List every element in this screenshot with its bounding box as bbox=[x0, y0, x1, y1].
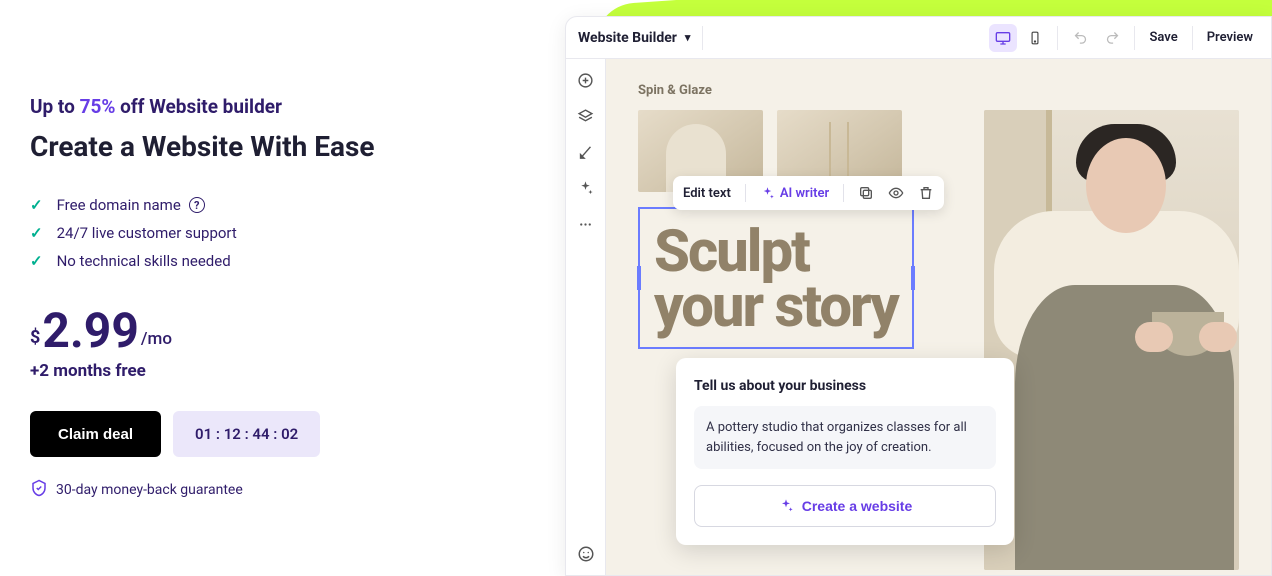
preview-button[interactable]: Preview bbox=[1201, 30, 1259, 45]
cta-row: Claim deal 01 : 12 : 44 : 02 bbox=[30, 411, 525, 457]
promo-suffix: off Website builder bbox=[115, 95, 282, 118]
price-period: /mo bbox=[141, 329, 172, 349]
builder-canvas[interactable]: Spin & Glaze Edit text bbox=[606, 59, 1271, 575]
chevron-down-icon: ▾ bbox=[685, 31, 691, 44]
edit-text-button[interactable]: Edit text bbox=[683, 186, 731, 201]
ai-card-title: Tell us about your business bbox=[694, 378, 996, 394]
ai-business-input[interactable]: A pottery studio that organizes classes … bbox=[694, 406, 996, 469]
builder-topbar: Website Builder ▾ bbox=[566, 17, 1271, 59]
guarantee-text: 30-day money-back guarantee bbox=[56, 482, 243, 498]
builder-sidebar bbox=[566, 59, 606, 575]
help-icon[interactable] bbox=[577, 545, 595, 563]
claim-deal-button[interactable]: Claim deal bbox=[30, 411, 161, 457]
create-website-label: Create a website bbox=[802, 498, 913, 514]
visibility-icon[interactable] bbox=[888, 185, 904, 201]
mobile-view-button[interactable] bbox=[1021, 24, 1049, 52]
sparkles-icon[interactable] bbox=[577, 179, 595, 197]
divider bbox=[745, 184, 746, 202]
promo-panel: Up to 75% off Website builder Create a W… bbox=[0, 0, 565, 555]
divider bbox=[1134, 26, 1135, 50]
create-website-button[interactable]: Create a website bbox=[694, 485, 996, 527]
feature-text: 24/7 live customer support bbox=[57, 224, 237, 242]
price-currency: $ bbox=[30, 327, 40, 348]
promo-line: Up to 75% off Website builder bbox=[30, 95, 525, 118]
info-icon[interactable]: ? bbox=[189, 197, 205, 213]
ai-prompt-card: Tell us about your business A pottery st… bbox=[676, 358, 1014, 545]
ai-writer-button[interactable]: AI writer bbox=[760, 186, 829, 201]
save-button[interactable]: Save bbox=[1143, 30, 1183, 45]
builder-title-dropdown[interactable]: Website Builder ▾ bbox=[578, 26, 707, 50]
text-editor-toolbar: Edit text AI writer bbox=[673, 176, 944, 210]
desktop-view-button[interactable] bbox=[989, 24, 1017, 52]
heading-line2: your story bbox=[654, 280, 898, 335]
builder-preview-panel: Website Builder ▾ bbox=[565, 0, 1272, 555]
guarantee-row: 30-day money-back guarantee bbox=[30, 479, 525, 501]
photo-placeholder bbox=[984, 110, 1239, 570]
redo-button[interactable] bbox=[1098, 24, 1126, 52]
divider bbox=[702, 26, 703, 50]
divider bbox=[1057, 26, 1058, 50]
more-icon[interactable] bbox=[577, 215, 595, 233]
feature-list: ✓ Free domain name ? ✓ 24/7 live custome… bbox=[30, 191, 525, 275]
price-amount: 2.99 bbox=[42, 307, 139, 355]
builder-title: Website Builder bbox=[578, 30, 677, 46]
countdown-timer: 01 : 12 : 44 : 02 bbox=[173, 411, 320, 457]
price: $ 2.99 /mo bbox=[30, 307, 525, 355]
canvas-left-column: Edit text AI writer bbox=[638, 110, 966, 570]
builder-body: Spin & Glaze Edit text bbox=[566, 59, 1271, 575]
feature-text: Free domain name bbox=[57, 196, 181, 214]
styles-icon[interactable] bbox=[577, 143, 595, 161]
builder-window: Website Builder ▾ bbox=[565, 16, 1272, 576]
headline: Create a Website With Ease bbox=[30, 130, 525, 163]
bonus-text: +2 months free bbox=[30, 361, 525, 381]
site-brand[interactable]: Spin & Glaze bbox=[638, 83, 1239, 98]
feature-item: ✓ Free domain name ? bbox=[30, 191, 525, 219]
ai-writer-label: AI writer bbox=[780, 186, 829, 201]
check-icon: ✓ bbox=[30, 252, 43, 270]
add-icon[interactable] bbox=[577, 71, 595, 89]
feature-item: ✓ No technical skills needed bbox=[30, 247, 525, 275]
selected-text-block[interactable]: Sculpt your story bbox=[638, 207, 914, 349]
hero-image[interactable] bbox=[984, 110, 1239, 570]
undo-button[interactable] bbox=[1066, 24, 1094, 52]
feature-text: No technical skills needed bbox=[57, 252, 231, 270]
divider bbox=[843, 184, 844, 202]
heading-line1: Sculpt bbox=[654, 225, 898, 280]
promo-prefix: Up to bbox=[30, 95, 80, 118]
feature-item: ✓ 24/7 live customer support bbox=[30, 219, 525, 247]
check-icon: ✓ bbox=[30, 224, 43, 242]
copy-icon[interactable] bbox=[858, 185, 874, 201]
divider bbox=[1192, 26, 1193, 50]
check-icon: ✓ bbox=[30, 196, 43, 214]
delete-icon[interactable] bbox=[918, 185, 934, 201]
layers-icon[interactable] bbox=[577, 107, 595, 125]
promo-percent: 75% bbox=[80, 95, 116, 118]
sparkles-icon bbox=[778, 498, 794, 514]
shield-icon bbox=[30, 479, 48, 501]
